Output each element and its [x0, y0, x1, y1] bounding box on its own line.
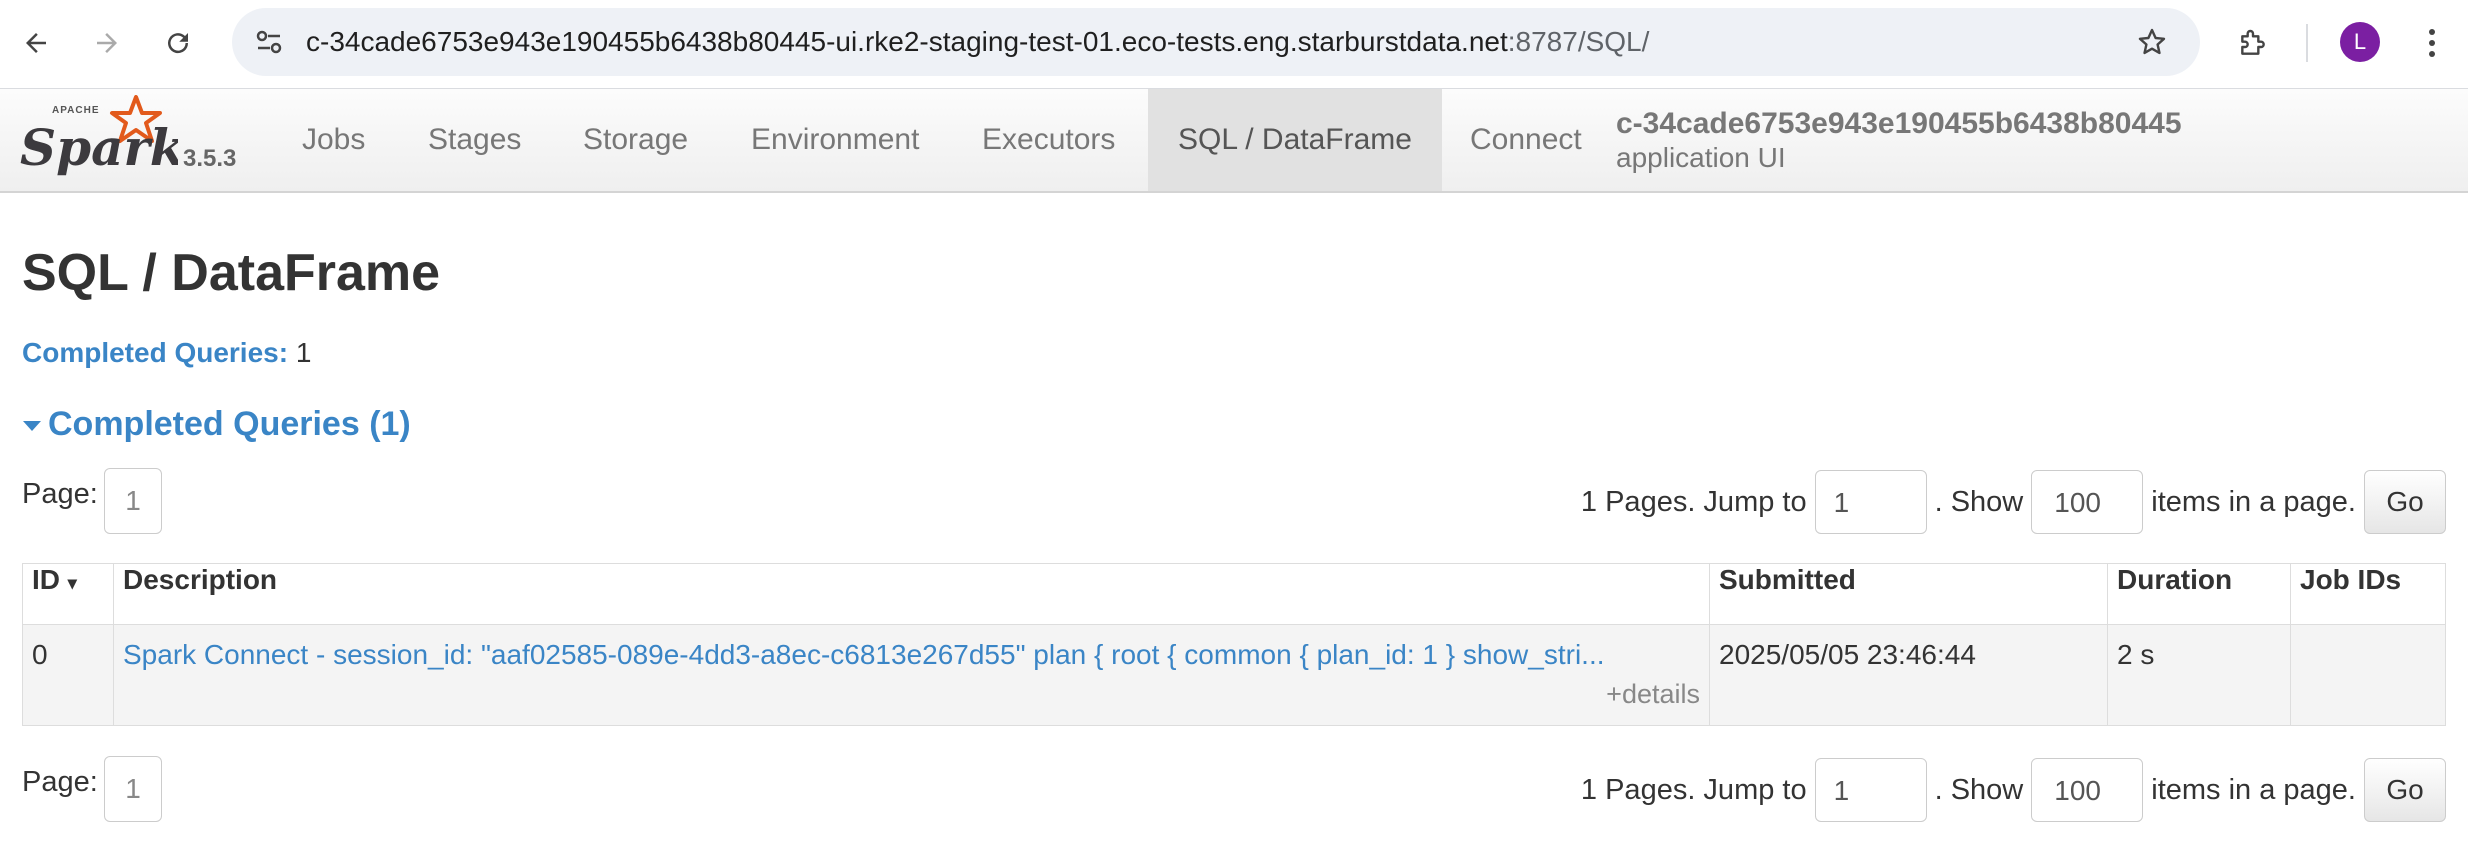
- page-number-link[interactable]: 1: [104, 756, 162, 822]
- column-header-duration[interactable]: Duration: [2107, 563, 2291, 625]
- table-header-row: ID ▾ Description Submitted Duration Job …: [22, 563, 2446, 625]
- url-host: c-34cade6753e943e190455b6438b80445-ui.rk…: [306, 26, 1508, 57]
- cell-id: 0: [22, 624, 114, 726]
- summary-value: 1: [295, 337, 312, 368]
- url-path: :8787/SQL/: [1507, 26, 1650, 57]
- caret-down-icon: [23, 421, 41, 432]
- items-text: items in a page.: [2151, 485, 2356, 518]
- cell-submitted: 2025/05/05 23:46:44: [1709, 624, 2108, 726]
- back-button[interactable]: [13, 20, 59, 66]
- go-button[interactable]: Go: [2364, 758, 2446, 822]
- page-label: Page:: [22, 478, 98, 510]
- spark-version: 3.5.3: [183, 145, 237, 172]
- summary-label[interactable]: Completed Queries:: [22, 337, 288, 368]
- arrow-left-icon: [26, 33, 46, 53]
- reload-button[interactable]: [155, 20, 201, 66]
- section-title: Completed Queries (1): [48, 405, 411, 443]
- pagination-bottom: Page: 1 1 Pages. Jump to 1 . Show 100 it…: [22, 756, 2446, 826]
- svg-text:Spark: Spark: [20, 118, 178, 177]
- pages-jump-text: 1 Pages. Jump to: [1580, 773, 1807, 806]
- go-button[interactable]: Go: [2364, 470, 2446, 534]
- items-text: items in a page.: [2151, 773, 2356, 806]
- profile-avatar[interactable]: L: [2340, 22, 2380, 62]
- arrow-right-icon: [97, 33, 117, 53]
- application-name: c-34cade6753e943e190455b6438b80445 appli…: [1616, 107, 2182, 175]
- cell-duration: 2 s: [2107, 624, 2291, 726]
- details-toggle[interactable]: +details: [123, 679, 1700, 710]
- page-size-input[interactable]: 100: [2031, 758, 2144, 822]
- cell-job-ids: [2290, 624, 2446, 726]
- page-title: SQL / DataFrame: [22, 244, 441, 302]
- url-text[interactable]: c-34cade6753e943e190455b6438b80445-ui.rk…: [306, 8, 1649, 76]
- column-header-description[interactable]: Description: [113, 563, 1710, 625]
- address-bar[interactable]: c-34cade6753e943e190455b6438b80445-ui.rk…: [232, 8, 2200, 76]
- table-row: 0 Spark Connect - session_id: "aaf02585-…: [22, 624, 2446, 726]
- page-label: Page:: [22, 766, 98, 798]
- puzzle-icon: [2241, 29, 2265, 55]
- forward-button[interactable]: [84, 20, 130, 66]
- spark-navbar: APACHE Spark 3.5.3 Jobs Stages Storage E…: [0, 89, 2468, 193]
- jump-to-page-input[interactable]: 1: [1814, 470, 1927, 534]
- pagination-controls: 1 Pages. Jump to 1 . Show 100 items in a…: [1581, 756, 2446, 824]
- kebab-menu-icon: [2429, 29, 2435, 57]
- browser-toolbar: c-34cade6753e943e190455b6438b80445-ui.rk…: [0, 0, 2468, 89]
- show-text: . Show: [1934, 773, 2024, 806]
- page-size-input[interactable]: 100: [2031, 470, 2144, 534]
- completed-queries-summary: Completed Queries: 1: [22, 337, 311, 369]
- cell-description: Spark Connect - session_id: "aaf02585-08…: [113, 624, 1710, 726]
- pages-jump-text: 1 Pages. Jump to: [1580, 485, 1807, 518]
- app-suffix: application UI: [1616, 142, 1786, 173]
- queries-table: ID ▾ Description Submitted Duration Job …: [22, 563, 2446, 726]
- reload-icon: [168, 33, 189, 54]
- completed-queries-collapser[interactable]: Completed Queries (1): [22, 405, 411, 444]
- column-header-id[interactable]: ID ▾: [22, 563, 114, 625]
- pagination-top: Page: 1 1 Pages. Jump to 1 . Show 100 it…: [22, 468, 2446, 538]
- query-description-link[interactable]: Spark Connect - session_id: "aaf02585-08…: [123, 639, 1605, 670]
- tab-sql-dataframe[interactable]: SQL / DataFrame: [1148, 89, 1442, 191]
- bookmark-star-icon[interactable]: [2136, 26, 2168, 63]
- tab-storage[interactable]: Storage: [553, 89, 718, 191]
- jump-to-page-input[interactable]: 1: [1814, 758, 1927, 822]
- column-header-job-ids[interactable]: Job IDs: [2290, 563, 2446, 625]
- column-header-submitted[interactable]: Submitted: [1709, 563, 2108, 625]
- tab-connect[interactable]: Connect: [1440, 89, 1612, 191]
- app-id: c-34cade6753e943e190455b6438b80445: [1616, 107, 2182, 140]
- extensions-button[interactable]: [2230, 20, 2276, 66]
- tab-jobs[interactable]: Jobs: [272, 89, 395, 191]
- site-info-icon[interactable]: [254, 28, 284, 61]
- toolbar-divider: [2306, 24, 2308, 62]
- browser-menu-button[interactable]: [2409, 20, 2455, 66]
- pagination-controls: 1 Pages. Jump to 1 . Show 100 items in a…: [1581, 468, 2446, 536]
- tab-executors[interactable]: Executors: [952, 89, 1145, 191]
- tab-stages[interactable]: Stages: [398, 89, 551, 191]
- tab-environment[interactable]: Environment: [721, 89, 949, 191]
- spark-logo[interactable]: APACHE Spark: [18, 95, 184, 185]
- page-number-link[interactable]: 1: [104, 468, 162, 534]
- sort-desc-icon: ▾: [67, 573, 77, 593]
- svg-text:APACHE: APACHE: [52, 105, 99, 116]
- show-text: . Show: [1934, 485, 2024, 518]
